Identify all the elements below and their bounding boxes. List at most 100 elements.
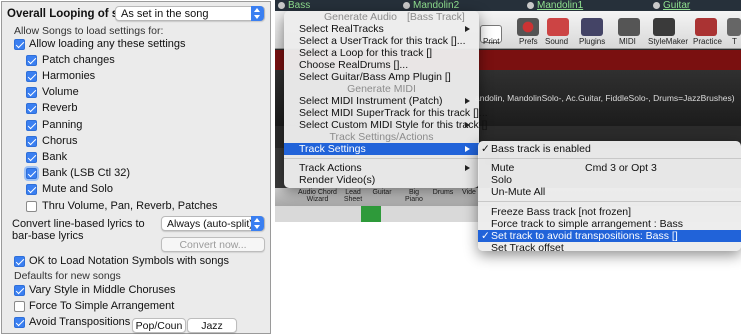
menu-header-label: Track Settings/Actions: [329, 131, 434, 143]
tab-audio-chord-wizard[interactable]: Audio Chord Wizard: [295, 189, 340, 203]
checkmark-icon: ✓: [481, 143, 490, 155]
mute-shortcut: Cmd 3 or Opt 3: [585, 162, 657, 174]
select-arrows-icon: [251, 216, 264, 231]
vary-style-label: Vary Style in Middle Choruses: [29, 284, 176, 296]
track-settings-header: Track Settings/Actions: [284, 131, 479, 143]
bank-checkbox[interactable]: [26, 152, 37, 163]
menu-item-midi-instrument[interactable]: Select MIDI Instrument (Patch): [284, 95, 479, 107]
menu-item-label: Track Settings: [299, 143, 366, 155]
select-arrows-icon: [251, 6, 264, 21]
menu-item-label: Track Actions: [299, 162, 362, 174]
toolbar-label: Sound: [545, 37, 569, 46]
menu-item-label: Set track to avoid transpositions: Bass …: [491, 230, 678, 242]
menu-item-select-usertrack[interactable]: Select a UserTrack for this track []...: [284, 35, 479, 47]
chorus-checkbox[interactable]: [26, 136, 37, 147]
toolbar-label: Print: [483, 37, 500, 46]
thru-volume-checkbox[interactable]: [26, 201, 37, 212]
setting-label: Reverb: [42, 102, 78, 114]
track-name[interactable]: Mandolin1: [537, 0, 583, 11]
tab-big-piano[interactable]: Big Piano: [400, 189, 428, 203]
menu-item-midi-supertrack[interactable]: Select MIDI SuperTrack for this track []…: [284, 107, 488, 119]
menu-item-label: Select a UserTrack for this track []...: [299, 35, 466, 47]
overall-looping-select[interactable]: As set in the song: [115, 6, 265, 21]
menu-item-label: Force track to simple arrangement : Bass: [491, 218, 683, 230]
ok-notation-checkbox[interactable]: [14, 256, 25, 267]
track-name[interactable]: Guitar: [663, 0, 690, 11]
gear-icon[interactable]: [517, 18, 539, 36]
app-screenshot: Bass Mandolin2 Mandolin1 Guitar Print Pr…: [275, 0, 741, 336]
convert-lyrics-value: Always (auto-split): [167, 218, 253, 230]
mute-solo-checkbox[interactable]: [26, 184, 37, 195]
menu-item-custom-midi-style[interactable]: Select Custom MIDI Style for this track …: [284, 119, 487, 131]
menu-item-choose-realdrums[interactable]: Choose RealDrums []...: [284, 59, 479, 71]
tab-guitar[interactable]: Guitar: [368, 189, 396, 196]
speaker-icon[interactable]: [547, 18, 569, 36]
panning-checkbox[interactable]: [26, 120, 37, 131]
menu-item-unmute-all[interactable]: Un-Mute All: [478, 186, 741, 198]
menu-item-label: Select MIDI Instrument (Patch): [299, 95, 443, 107]
menu-item-track-offset[interactable]: Set Track offset: [478, 242, 741, 254]
menu-item-solo[interactable]: Solo: [478, 174, 741, 186]
menu-item-amp-plugin[interactable]: Select Guitar/Bass Amp Plugin []: [284, 71, 479, 83]
midi-icon[interactable]: [618, 18, 640, 36]
setting-label: Bank: [42, 151, 68, 163]
overall-looping-value: As set in the song: [121, 8, 209, 20]
tab-lead-sheet[interactable]: Lead Sheet: [339, 189, 367, 203]
plugins-icon[interactable]: [581, 18, 603, 36]
toolbar-label: T: [732, 37, 737, 46]
menu-separator: [478, 158, 741, 159]
menu-item-avoid-transpositions[interactable]: ✓ Set track to avoid transpositions: Bass…: [478, 230, 741, 242]
convert-lyrics-select[interactable]: Always (auto-split): [161, 216, 265, 231]
volume-checkbox[interactable]: [26, 87, 37, 98]
notation-area: [275, 248, 741, 336]
track-dot-icon: [653, 2, 660, 9]
menu-item-render-video[interactable]: Render Video(s): [284, 174, 479, 186]
force-simple-label: Force To Simple Arrangement: [29, 300, 175, 312]
toolbar-label: MIDI: [619, 37, 636, 46]
harmonies-checkbox[interactable]: [26, 71, 37, 82]
more-icon[interactable]: [727, 18, 741, 36]
track-name[interactable]: Mandolin2: [413, 0, 459, 11]
menu-item-force-simple[interactable]: Force track to simple arrangement : Bass: [478, 218, 741, 230]
vary-style-checkbox[interactable]: [14, 285, 25, 296]
menu-item-track-actions[interactable]: Track Actions: [284, 162, 479, 174]
menu-separator: [284, 158, 479, 159]
setting-label: Patch changes: [42, 54, 115, 66]
convert-now-button[interactable]: Convert now...: [161, 237, 265, 252]
menu-item-freeze[interactable]: Freeze Bass track [not frozen]: [478, 206, 741, 218]
song-settings-panel: Overall Looping of song As set in the so…: [1, 1, 271, 334]
allow-loading-checkbox[interactable]: [14, 39, 25, 50]
submenu-arrow-icon: [465, 146, 470, 152]
toolbar-label: Practice: [693, 37, 722, 46]
toolbar-label: Prefs: [519, 37, 538, 46]
avoid-transpositions-checkbox[interactable]: [14, 317, 25, 328]
menu-item-select-realtracks[interactable]: Select RealTracks: [284, 23, 479, 35]
toolbar-label: Plugins: [579, 37, 606, 46]
reverb-checkbox[interactable]: [26, 103, 37, 114]
track-name[interactable]: Bass: [288, 0, 310, 11]
menu-item-label: Select MIDI SuperTrack for this track []…: [299, 107, 488, 119]
jazz-button[interactable]: Jazz: [187, 318, 237, 333]
menu-item-select-loop[interactable]: Select a Loop for this track []: [284, 47, 479, 59]
pop-country-button[interactable]: Pop/Coun: [132, 318, 186, 333]
menu-item-track-settings[interactable]: Track Settings: [284, 143, 479, 155]
generate-midi-header: Generate MIDI: [284, 83, 479, 95]
tab-video[interactable]: Vide: [459, 189, 479, 196]
allow-songs-group-label: Allow Songs to load settings for:: [14, 25, 164, 37]
menu-item-label: Mute: [491, 162, 515, 174]
track-dot-icon: [278, 2, 285, 9]
bank-lsb-checkbox[interactable]: [26, 168, 37, 179]
practice-icon[interactable]: [695, 18, 717, 36]
stylemaker-icon[interactable]: [653, 18, 675, 36]
menu-item-label: Select Custom MIDI Style for this track …: [299, 119, 488, 131]
submenu-arrow-icon: [465, 98, 470, 104]
force-simple-checkbox[interactable]: [14, 301, 25, 312]
menu-item-mute[interactable]: Mute Cmd 3 or Opt 3: [478, 162, 741, 174]
convert-lyrics-label-2: bar-base lyrics: [12, 230, 84, 242]
menu-item-label: Un-Mute All: [491, 186, 546, 198]
patch-changes-checkbox[interactable]: [26, 55, 37, 66]
tab-drums[interactable]: Drums: [429, 189, 457, 196]
track-dot-icon: [527, 2, 534, 9]
style-instruments-text: andolin, MandolinSolo-, Ac.Guitar, Fiddl…: [475, 93, 735, 103]
menu-item-bass-enabled[interactable]: ✓ Bass track is enabled: [478, 143, 741, 155]
